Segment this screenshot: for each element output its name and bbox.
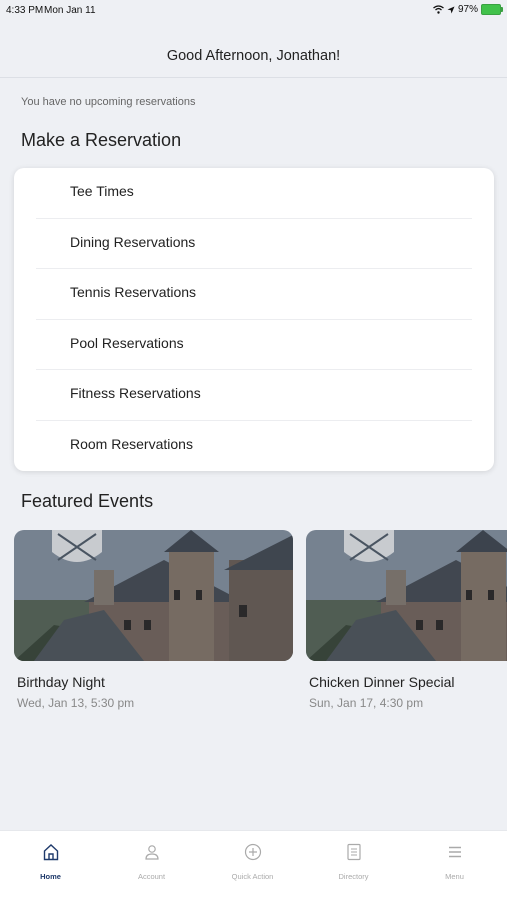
greeting-header: Good Afternoon, Jonathan! bbox=[166, 48, 341, 64]
person-icon bbox=[144, 845, 159, 860]
reservation-item-fitness[interactable]: Fitness Reservations bbox=[14, 370, 494, 421]
event-title: Birthday Night bbox=[17, 674, 105, 690]
tab-label: Account bbox=[137, 872, 166, 881]
featured-events-title: Featured Events bbox=[21, 491, 154, 511]
document-icon bbox=[346, 843, 361, 861]
reservation-list: Tee Times Dining Reservations Tennis Res… bbox=[14, 168, 494, 471]
reservation-item-tennis[interactable]: Tennis Reservations bbox=[14, 269, 494, 320]
reservation-item-label: Tee Times bbox=[70, 183, 134, 199]
reservation-item-label: Room Reservations bbox=[70, 435, 193, 452]
status-bar: 4:33 PM Mon Jan 11 97% bbox=[0, 0, 507, 20]
reservation-item-label: Pool Reservations bbox=[70, 334, 184, 351]
event-image bbox=[306, 530, 507, 661]
event-date: Sun, Jan 17, 4:30 pm bbox=[309, 696, 424, 710]
event-card-chicken-dinner-special[interactable]: Chicken Dinner Special Sun, Jan 17, 4:30… bbox=[306, 530, 507, 710]
reservation-item-tee-times[interactable]: Tee Times bbox=[14, 168, 494, 219]
event-date: Wed, Jan 13, 5:30 pm bbox=[17, 696, 135, 710]
tab-label: Menu bbox=[445, 872, 464, 881]
reservation-item-label: Dining Reservations bbox=[70, 233, 196, 250]
status-indicators: 97% bbox=[433, 4, 503, 15]
event-card-birthday-night[interactable]: Birthday Night Wed, Jan 13, 5:30 pm bbox=[14, 530, 293, 710]
bottom-tab-bar: Home Account Quick Action Directory Menu bbox=[0, 830, 507, 901]
wifi-icon bbox=[433, 5, 444, 14]
no-reservations-notice: You have no upcoming reservations bbox=[21, 96, 196, 108]
tab-quick-action[interactable]: Quick Action bbox=[202, 843, 303, 881]
plus-circle-icon bbox=[244, 843, 261, 861]
battery-percent: 97% bbox=[457, 4, 478, 15]
location-icon bbox=[447, 6, 455, 13]
reservation-item-pool[interactable]: Pool Reservations bbox=[14, 320, 494, 370]
reservation-item-room[interactable]: Room Reservations bbox=[14, 421, 494, 472]
header-divider bbox=[0, 77, 507, 78]
make-reservation-title: Make a Reservation bbox=[21, 130, 182, 150]
tab-menu[interactable]: Menu bbox=[404, 843, 505, 881]
hamburger-icon bbox=[448, 846, 461, 858]
tab-directory[interactable]: Directory bbox=[303, 843, 404, 881]
event-title: Chicken Dinner Special bbox=[309, 674, 455, 690]
event-image bbox=[14, 530, 293, 661]
status-date: Mon Jan 11 bbox=[44, 5, 96, 16]
tab-label: Quick Action bbox=[231, 872, 274, 881]
reservation-item-label: Tennis Reservations bbox=[70, 284, 197, 300]
tab-label: Directory bbox=[338, 872, 369, 881]
tab-label: Home bbox=[40, 872, 61, 881]
battery-icon bbox=[481, 4, 503, 15]
reservation-item-label: Fitness Reservations bbox=[70, 385, 201, 401]
reservation-item-dining[interactable]: Dining Reservations bbox=[14, 219, 494, 269]
tab-home[interactable]: Home bbox=[0, 843, 101, 881]
events-carousel[interactable]: Birthday Night Wed, Jan 13, 5:30 pm Chic… bbox=[14, 530, 507, 730]
tab-account[interactable]: Account bbox=[101, 843, 202, 881]
status-time: 4:33 PM bbox=[6, 5, 44, 16]
home-icon bbox=[43, 844, 58, 861]
